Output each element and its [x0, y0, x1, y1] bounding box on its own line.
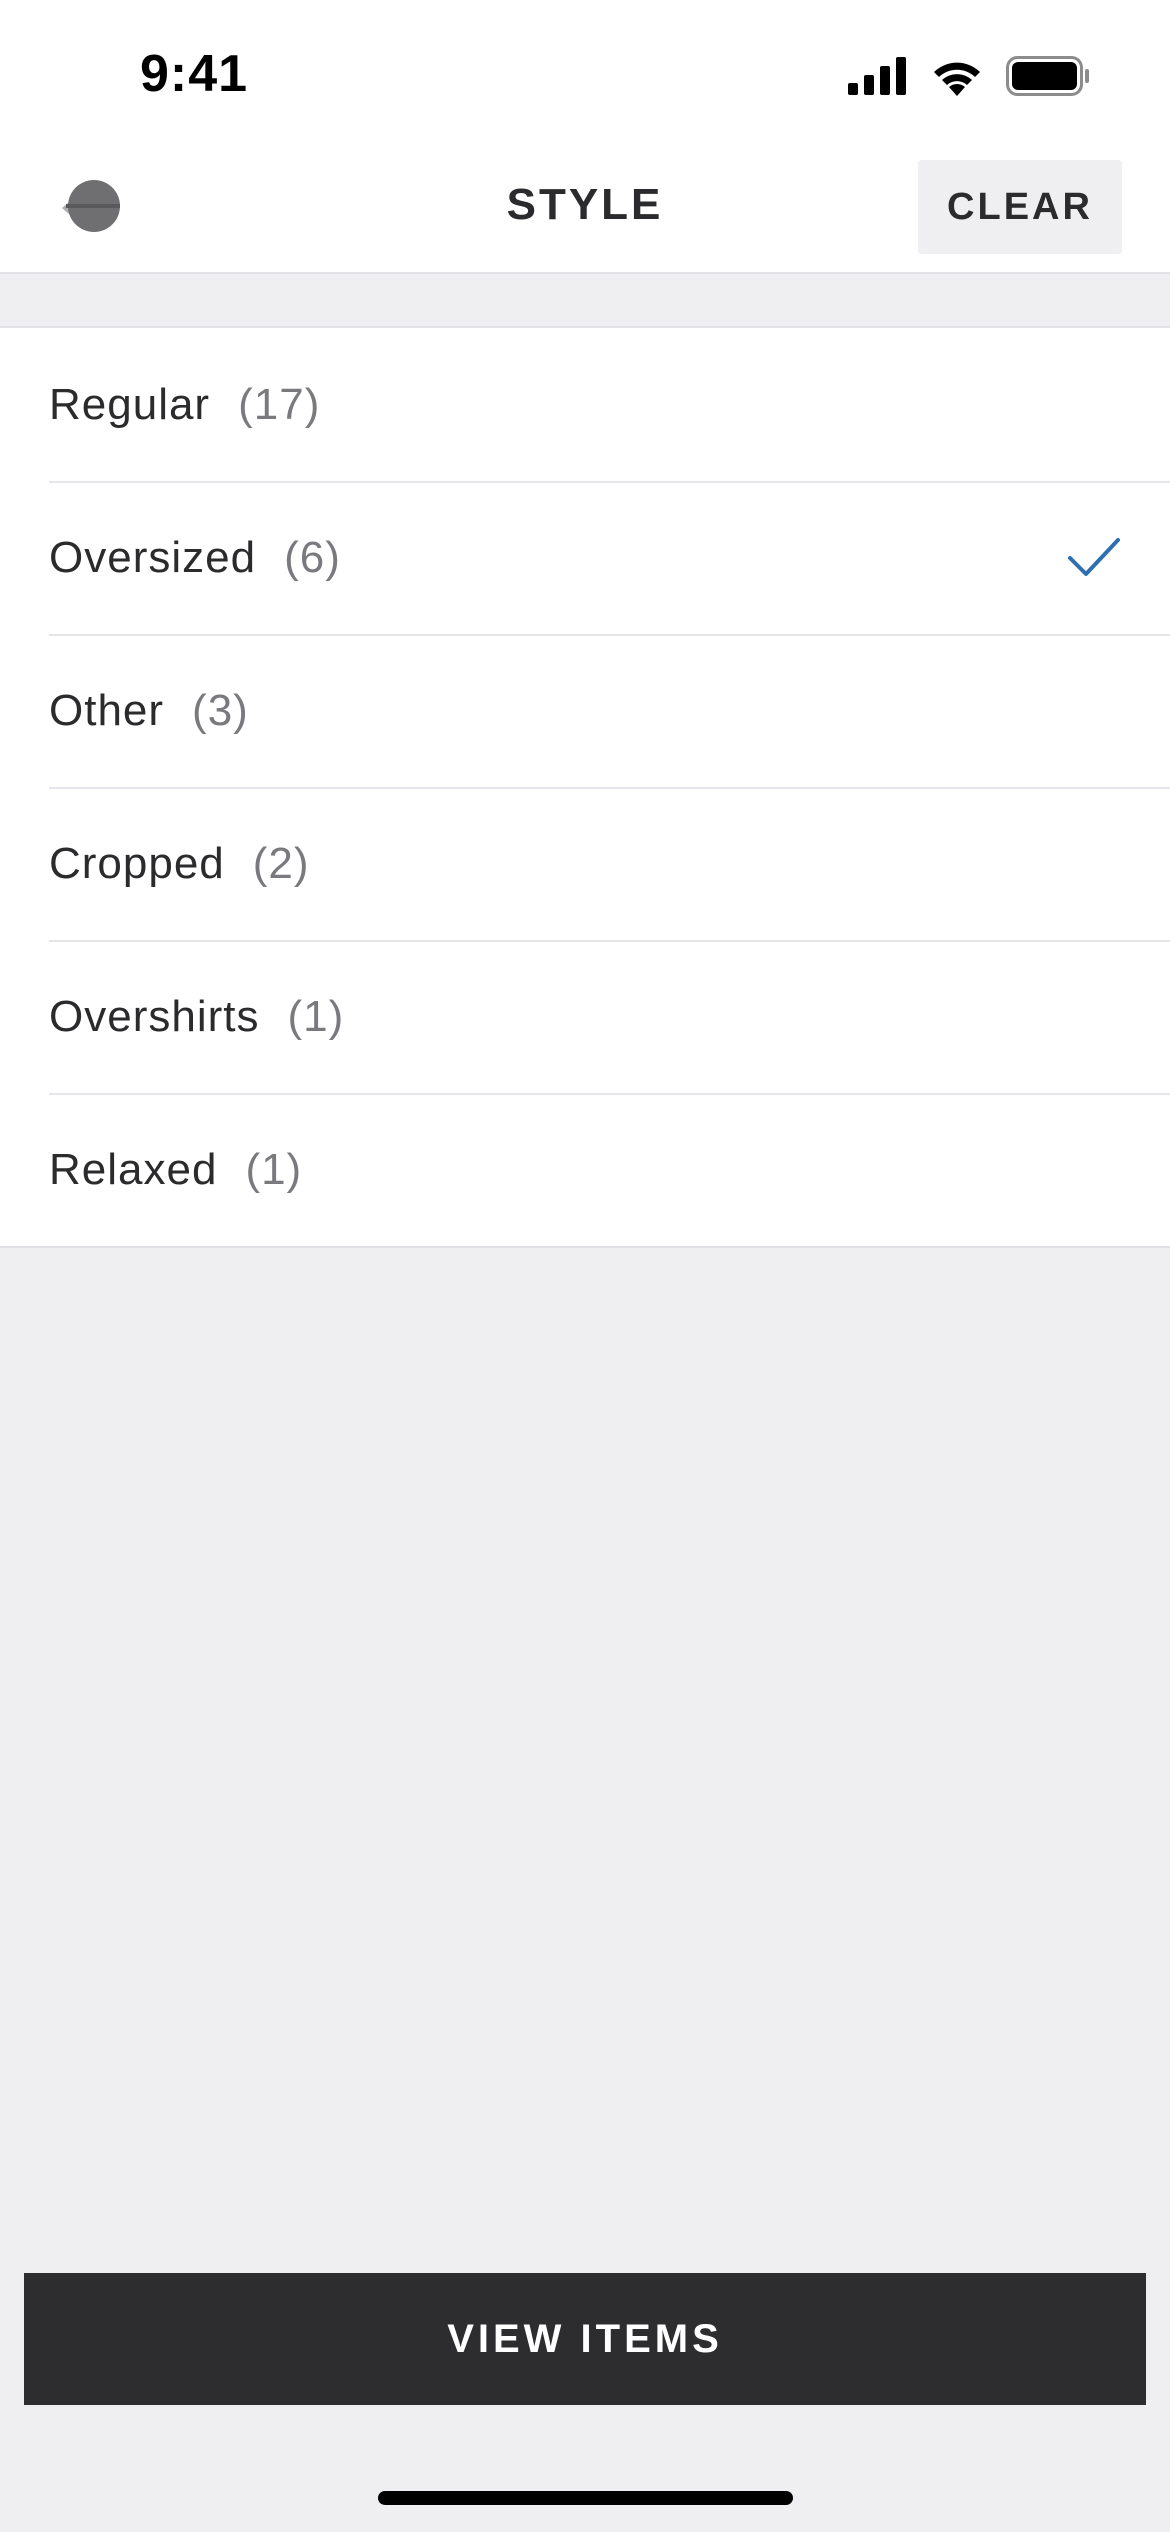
- clear-button[interactable]: CLEAR: [918, 160, 1122, 254]
- option-count: (17): [238, 379, 321, 429]
- cellular-signal-icon: [848, 57, 906, 95]
- option-count: (2): [252, 838, 310, 888]
- view-items-button[interactable]: VIEW ITEMS: [24, 2273, 1146, 2405]
- option-row-relaxed[interactable]: Relaxed (1): [0, 1093, 1170, 1246]
- home-indicator: [378, 2491, 793, 2505]
- wifi-icon: [934, 62, 980, 96]
- option-label: Relaxed: [49, 1144, 218, 1194]
- status-time: 9:41: [140, 45, 249, 103]
- option-row-oversized[interactable]: Oversized (6): [0, 481, 1170, 634]
- style-option-list: Regular (17) Oversized (6) Other (3) Cro…: [0, 326, 1170, 1248]
- option-count: (1): [245, 1144, 303, 1194]
- nav-bar: STYLE CLEAR: [0, 150, 1170, 274]
- option-label: Other: [49, 685, 165, 735]
- option-count: (6): [284, 532, 341, 582]
- option-label: Cropped: [49, 838, 225, 888]
- status-bar: 9:41: [0, 0, 1170, 150]
- checkmark-icon: [1068, 537, 1120, 576]
- option-row-overshirts[interactable]: Overshirts (1): [0, 940, 1170, 1093]
- option-row-other[interactable]: Other (3): [0, 634, 1170, 787]
- status-icons: [848, 56, 1090, 96]
- option-label: Oversized: [49, 532, 257, 582]
- option-count: (3): [192, 685, 249, 735]
- option-label: Regular: [49, 379, 211, 429]
- option-row-regular[interactable]: Regular (17): [0, 328, 1170, 481]
- option-count: (1): [287, 991, 345, 1041]
- option-label: Overshirts: [49, 991, 260, 1041]
- battery-icon: [1006, 56, 1089, 96]
- option-row-cropped[interactable]: Cropped (2): [0, 787, 1170, 940]
